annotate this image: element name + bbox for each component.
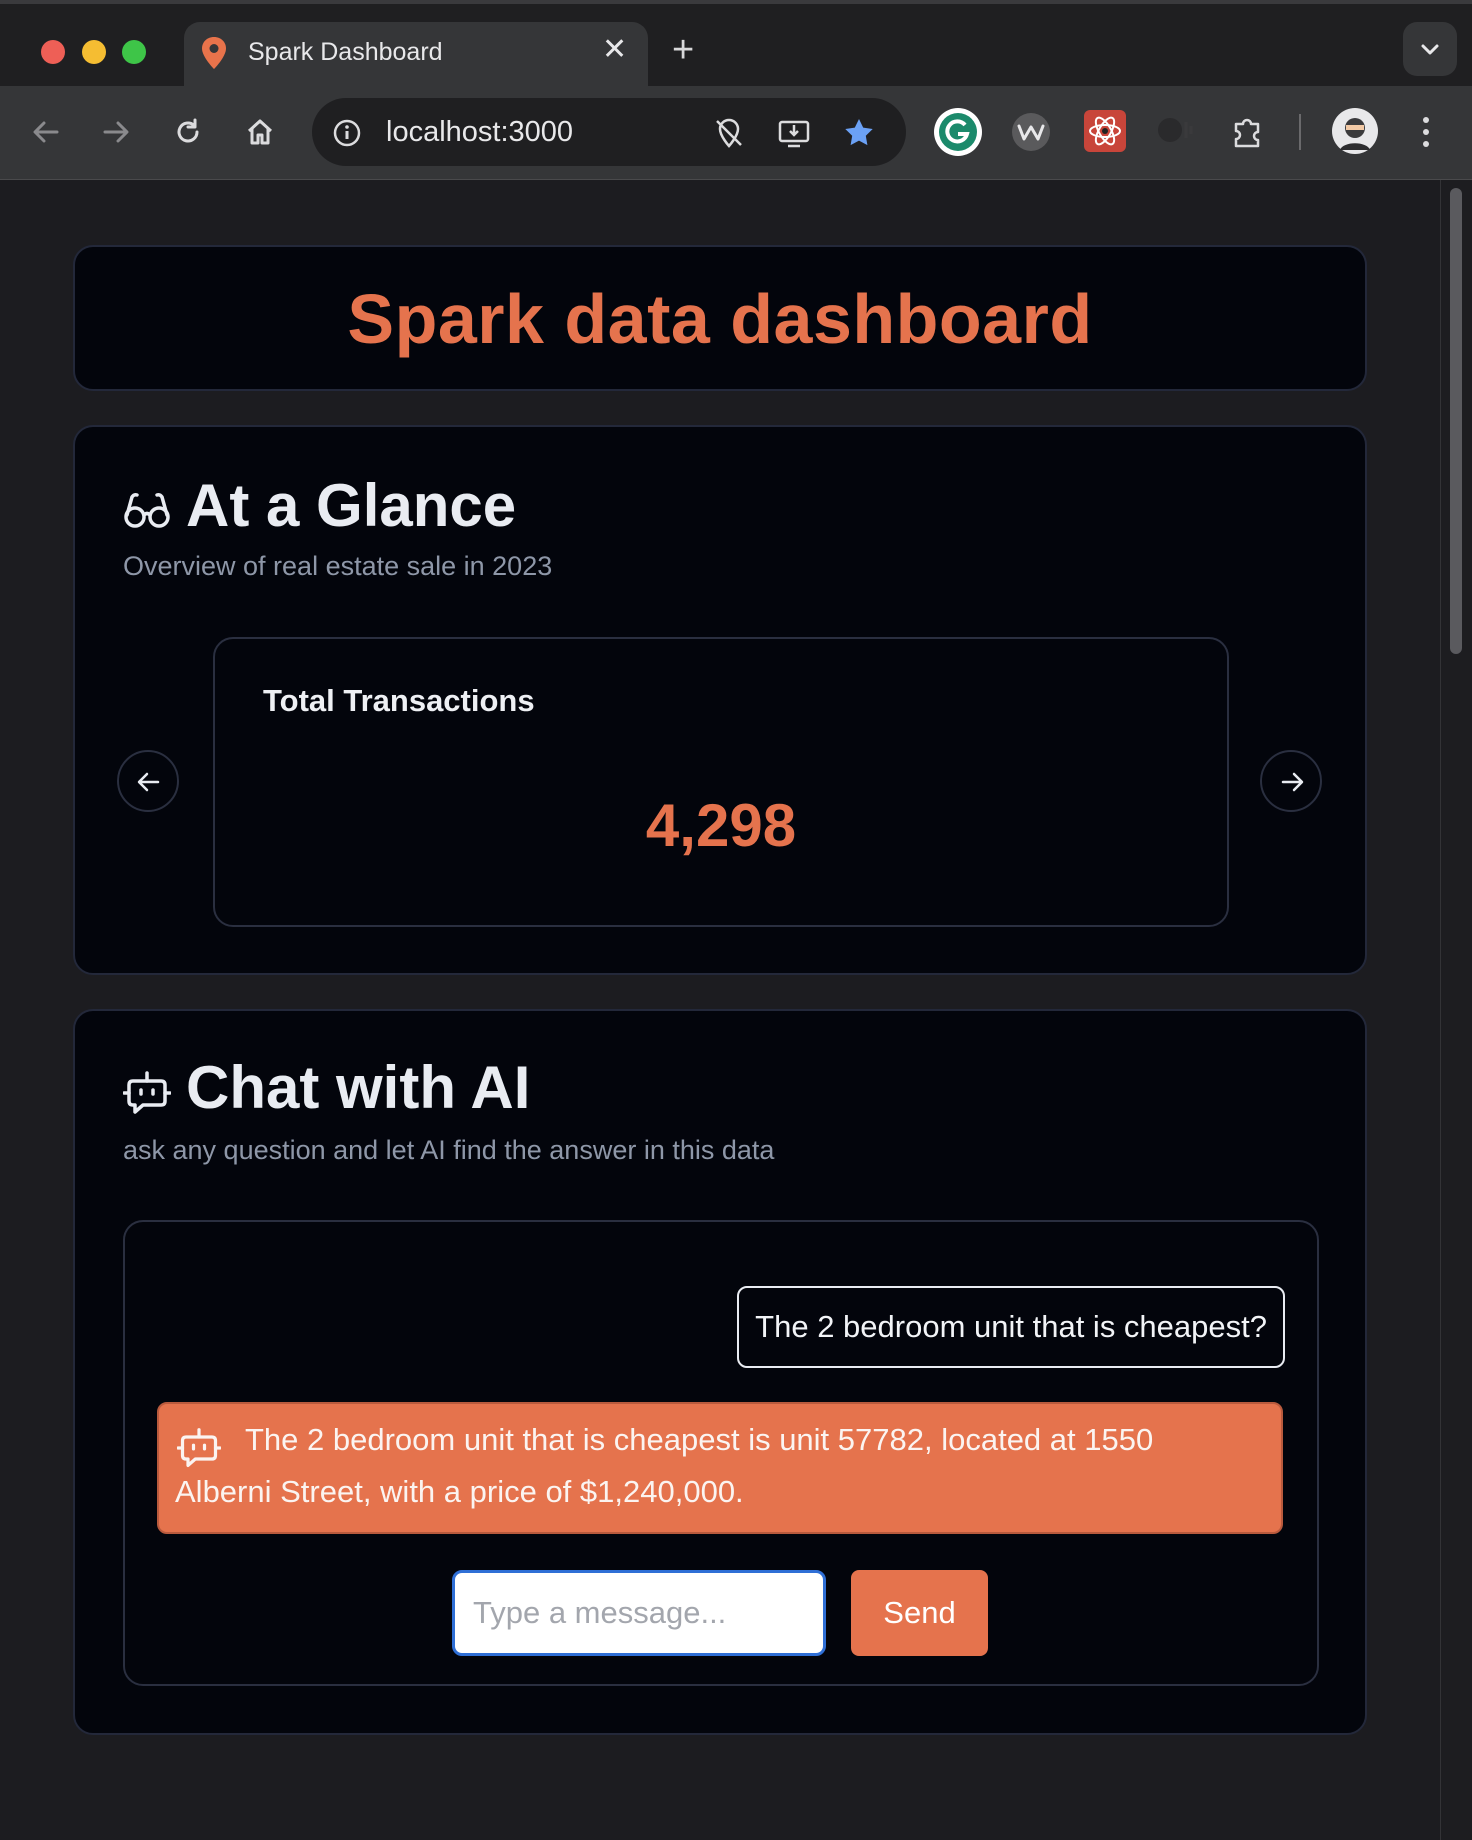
at-a-glance-heading: At a Glance <box>186 472 517 539</box>
profile-avatar[interactable] <box>1332 108 1378 159</box>
carousel-prev-button[interactable] <box>117 750 179 812</box>
glasses-icon <box>123 487 171 538</box>
browser-tab-bar: Spark Dashboard ✕ + <box>0 0 1472 90</box>
new-tab-button[interactable]: + <box>672 31 694 69</box>
bookmark-star-icon[interactable] <box>842 116 876 155</box>
at-a-glance-subtitle: Overview of real estate sale in 2023 <box>123 551 553 581</box>
url-text: localhost:3000 <box>386 116 574 148</box>
kebab-menu-icon[interactable] <box>1414 112 1438 157</box>
message-input[interactable] <box>452 1570 826 1656</box>
back-arrow-icon[interactable] <box>30 116 62 153</box>
grammarly-extension-icon[interactable] <box>934 108 982 161</box>
header-card: Spark data dashboard <box>73 245 1367 391</box>
address-bar[interactable]: localhost:3000 <box>312 98 906 166</box>
robot-icon <box>176 1426 222 1475</box>
stat-card-total-transactions: Total Transactions 4,298 <box>213 637 1229 927</box>
scrollbar-thumb[interactable] <box>1450 188 1462 654</box>
chat-heading: Chat with AI <box>186 1054 531 1121</box>
w-extension-icon[interactable] <box>1011 112 1051 157</box>
chevron-down-icon <box>1421 44 1439 55</box>
at-a-glance-card: At a Glance Overview of real estate sale… <box>73 425 1367 975</box>
chat-subtitle: ask any question and let AI find the ans… <box>123 1135 775 1165</box>
toolbar-separator <box>1299 114 1301 150</box>
tab-close-icon[interactable]: ✕ <box>602 35 627 65</box>
page-scrollbar[interactable] <box>1440 180 1472 1840</box>
minimize-window-button[interactable] <box>82 40 106 64</box>
arrow-right-icon <box>1281 772 1304 792</box>
browser-toolbar: localhost:3000 <box>0 86 1472 180</box>
arrow-left-icon <box>137 772 160 792</box>
profile-silhouette-extension-icon[interactable] <box>1154 112 1198 157</box>
page-title: Spark data dashboard <box>347 280 1093 358</box>
chat-window: The 2 bedroom unit that is cheapest? The… <box>123 1220 1319 1686</box>
tab-search-button[interactable] <box>1403 22 1457 76</box>
robot-icon <box>122 1069 172 1122</box>
ai-message-line-1: The 2 bedroom unit that is cheapest is u… <box>245 1422 1154 1457</box>
forward-arrow-icon[interactable] <box>100 116 132 153</box>
tab-title: Spark Dashboard <box>248 38 443 66</box>
tab-spark-dashboard[interactable]: Spark Dashboard ✕ <box>184 22 648 90</box>
chat-card: Chat with AI ask any question and let AI… <box>73 1009 1367 1735</box>
ai-message-line-2: Alberni Street, with a price of $1,240,0… <box>175 1474 744 1509</box>
home-icon[interactable] <box>244 116 276 153</box>
ai-message: The 2 bedroom unit that is cheapest is u… <box>157 1402 1283 1534</box>
site-info-icon[interactable] <box>332 118 362 153</box>
stat-label: Total Transactions <box>263 683 535 718</box>
react-devtools-extension-icon[interactable] <box>1084 110 1126 157</box>
install-app-icon[interactable] <box>777 116 811 155</box>
reload-icon[interactable] <box>172 116 204 153</box>
map-pin-icon <box>200 36 228 75</box>
carousel-next-button[interactable] <box>1260 750 1322 812</box>
send-button[interactable]: Send <box>851 1570 988 1656</box>
maximize-window-button[interactable] <box>122 40 146 64</box>
location-off-icon[interactable] <box>712 116 746 155</box>
close-window-button[interactable] <box>41 40 65 64</box>
stat-value: 4,298 <box>645 792 797 859</box>
extensions-puzzle-icon[interactable] <box>1230 114 1266 155</box>
user-message: The 2 bedroom unit that is cheapest? <box>737 1286 1285 1368</box>
